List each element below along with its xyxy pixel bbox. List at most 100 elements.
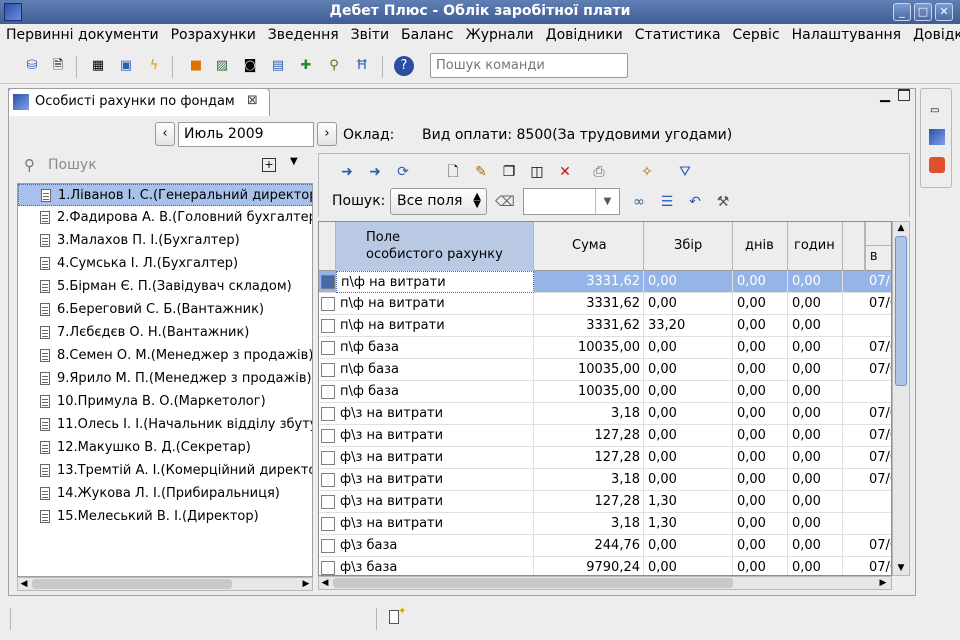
cell-sum[interactable]: 127,28 xyxy=(534,425,644,447)
employee-list-scrollbar[interactable]: ◀ ▶ xyxy=(17,577,313,591)
copy-record-icon[interactable]: ❐ xyxy=(499,162,519,182)
menu-item[interactable]: Звіти xyxy=(345,24,395,48)
row-checkbox[interactable] xyxy=(321,495,335,509)
cell-date[interactable] xyxy=(865,513,891,535)
table-row[interactable]: п\ф на витрати3331,620,000,000,0007/0 xyxy=(319,293,891,315)
help-icon[interactable]: ? xyxy=(394,56,414,76)
view-minimize-icon[interactable]: ▁ xyxy=(880,88,890,103)
cell-field[interactable]: ф\з на витрати xyxy=(336,491,534,513)
cell-field[interactable]: п\ф на витрати xyxy=(336,315,534,337)
cell-field[interactable]: ф\з база xyxy=(336,535,534,557)
cell-date[interactable]: 07/0 xyxy=(865,447,891,469)
cell-sum[interactable]: 10035,00 xyxy=(534,337,644,359)
camera-icon[interactable]: ◙ xyxy=(240,56,260,76)
cell-sum[interactable]: 10035,00 xyxy=(534,381,644,403)
cell-field[interactable]: п\ф база xyxy=(336,381,534,403)
cell-fee[interactable]: 0,00 xyxy=(644,447,733,469)
database-icon[interactable]: ⛁ xyxy=(22,56,42,76)
cell-hours[interactable]: 0,00 xyxy=(788,425,843,447)
header-field[interactable]: Поле особистого рахунку xyxy=(336,222,534,271)
table-row[interactable]: ф\з на витрати127,280,000,000,0007/0 xyxy=(319,447,891,469)
menu-item[interactable]: Баланс xyxy=(395,24,460,48)
grid-vertical-scrollbar[interactable]: ▲ ▼ xyxy=(892,221,910,576)
new-document-icon[interactable]: 🗎 xyxy=(48,56,68,76)
cell-date[interactable] xyxy=(865,315,891,337)
wizard-icon[interactable]: ✧ xyxy=(637,162,657,182)
employee-item[interactable]: 14.Жукова Л. І.(Прибиральниця) xyxy=(18,483,312,505)
menu-item[interactable]: Зведення xyxy=(262,24,345,48)
scrollbar-thumb[interactable] xyxy=(32,579,232,589)
cell-hours[interactable]: 0,00 xyxy=(788,315,843,337)
row-checkbox[interactable] xyxy=(321,319,335,333)
expand-all-icon[interactable]: + xyxy=(262,158,276,172)
header-spacer[interactable] xyxy=(843,222,865,271)
row-checkbox[interactable] xyxy=(321,275,335,289)
cell-days[interactable]: 0,00 xyxy=(733,469,788,491)
cell-sum[interactable]: 244,76 xyxy=(534,535,644,557)
close-button[interactable]: ✕ xyxy=(935,3,953,21)
row-checkbox[interactable] xyxy=(321,407,335,421)
row-checkbox[interactable] xyxy=(321,561,335,575)
employee-item[interactable]: 13.Тремтій А. І.(Комерційний директор) xyxy=(18,460,312,482)
row-checkbox[interactable] xyxy=(321,429,335,443)
cell-days[interactable]: 0,00 xyxy=(733,381,788,403)
menu-item[interactable]: Журнали xyxy=(460,24,540,48)
scroll-up-icon[interactable]: ▲ xyxy=(895,222,907,234)
edit-record-icon[interactable]: ✎ xyxy=(471,162,491,182)
employee-item[interactable]: 2.Фадирова А. В.(Головний бухгалтер) xyxy=(18,207,312,229)
cell-date[interactable] xyxy=(865,381,891,403)
command-search-input[interactable] xyxy=(430,53,628,78)
cell-hours[interactable]: 0,00 xyxy=(788,293,843,315)
row-checkbox[interactable] xyxy=(321,297,335,311)
cell-hours[interactable]: 0,00 xyxy=(788,403,843,425)
menu-item[interactable]: Статистика xyxy=(629,24,727,48)
cell-sum[interactable]: 3,18 xyxy=(534,469,644,491)
user-add-icon[interactable]: ✚ xyxy=(296,56,316,76)
cell-hours[interactable]: 0,00 xyxy=(788,337,843,359)
columns-icon[interactable]: ☰ xyxy=(657,192,677,212)
menu-item[interactable]: Налаштування xyxy=(786,24,907,48)
menu-item[interactable]: Первинні документи xyxy=(0,24,165,48)
scroll-down-icon[interactable]: ▼ xyxy=(895,562,907,574)
scroll-left-icon[interactable]: ◀ xyxy=(319,577,331,589)
employee-item[interactable]: 11.Олесь І. І.(Начальник відділу збуту) xyxy=(18,414,312,436)
lightning-icon[interactable]: ϟ xyxy=(144,56,164,76)
table-row[interactable]: п\ф база 10035,00 0,00 0,00 0,00 xyxy=(319,381,891,403)
table-row[interactable]: п\ф база10035,000,000,000,0007/0 xyxy=(319,359,891,381)
cell-days[interactable]: 0,00 xyxy=(733,337,788,359)
employee-item[interactable]: 7.Лєбєдєв О. Н.(Вантажник) xyxy=(18,322,312,344)
row-checkbox[interactable] xyxy=(321,539,335,553)
header-fee[interactable]: Збір xyxy=(644,222,733,271)
cell-sum[interactable]: 9790,24 xyxy=(534,557,644,575)
scrollbar-thumb[interactable] xyxy=(895,236,907,386)
cell-hours[interactable]: 0,00 xyxy=(788,513,843,535)
cell-date[interactable]: 07/0 xyxy=(865,271,891,293)
cell-date[interactable]: 07/0 xyxy=(865,337,891,359)
cell-days[interactable]: 0,00 xyxy=(733,403,788,425)
users-icon[interactable] xyxy=(929,157,945,173)
cell-hours[interactable]: 0,00 xyxy=(788,447,843,469)
cell-field[interactable]: ф\з на витрати xyxy=(336,403,534,425)
cell-fee[interactable]: 0,00 xyxy=(644,469,733,491)
cell-field[interactable]: ф\з база xyxy=(336,557,534,575)
cell-field[interactable]: п\ф на витрати xyxy=(336,293,534,315)
menu-item[interactable]: Сервіс xyxy=(727,24,786,48)
period-field[interactable]: Июль 2009 xyxy=(178,122,314,147)
table-row[interactable]: п\ф на витрати 3331,62 33,20 0,00 0,00 xyxy=(319,315,891,337)
cell-field[interactable]: ф\з на витрати xyxy=(336,469,534,491)
header-days[interactable]: днів xyxy=(733,222,788,271)
next-period-button[interactable]: › xyxy=(317,122,337,146)
binoculars-icon[interactable]: ∞ xyxy=(629,192,649,212)
minimize-button[interactable]: _ xyxy=(893,3,911,21)
row-checkbox[interactable] xyxy=(321,473,335,487)
app-logo-icon[interactable] xyxy=(929,129,945,145)
scrollbar-thumb[interactable] xyxy=(333,578,733,588)
scroll-right-icon[interactable]: ▶ xyxy=(300,578,312,590)
row-checkbox[interactable] xyxy=(321,517,335,531)
cell-sum[interactable]: 3331,62 xyxy=(534,271,644,293)
cell-days[interactable]: 0,00 xyxy=(733,315,788,337)
view-record-icon[interactable]: ◫ xyxy=(527,162,547,182)
ruler-icon[interactable]: Ħ xyxy=(352,56,372,76)
cell-fee[interactable]: 0,00 xyxy=(644,557,733,575)
row-checkbox[interactable] xyxy=(321,451,335,465)
